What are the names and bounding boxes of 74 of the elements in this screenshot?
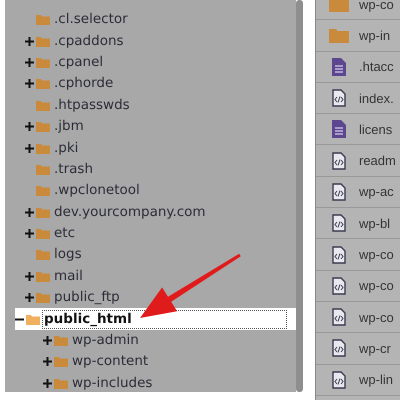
code-file-icon bbox=[332, 152, 346, 170]
expand-icon[interactable] bbox=[25, 229, 34, 238]
folder-name[interactable]: wp-includes bbox=[71, 374, 154, 392]
folder-icon bbox=[36, 78, 50, 90]
file-name[interactable]: readm bbox=[359, 153, 396, 168]
expand-icon[interactable] bbox=[25, 272, 34, 281]
folder-icon bbox=[36, 185, 50, 196]
code-file-icon bbox=[332, 182, 346, 201]
folder-icon bbox=[54, 356, 68, 368]
folder-icon bbox=[54, 335, 68, 346]
expand-icon[interactable] bbox=[25, 208, 34, 217]
document-icon bbox=[332, 120, 346, 138]
folder-icon bbox=[36, 100, 50, 111]
file-name[interactable]: wp-co bbox=[359, 0, 394, 12]
expand-icon[interactable] bbox=[25, 79, 34, 88]
folder-icon bbox=[329, 28, 349, 43]
expand-icon[interactable] bbox=[25, 36, 34, 46]
file-name[interactable]: wp-in bbox=[359, 28, 390, 43]
folder-name[interactable]: mail bbox=[53, 268, 84, 285]
code-file-icon bbox=[332, 214, 346, 232]
folder-name[interactable]: .wpclonetool bbox=[53, 182, 141, 200]
file-name[interactable]: wp-bl bbox=[359, 216, 390, 231]
folder-name[interactable]: wp-content bbox=[71, 353, 150, 370]
folder-name[interactable]: dev.yourcompany.com bbox=[53, 204, 207, 221]
expand-icon[interactable] bbox=[25, 58, 34, 67]
file-name[interactable]: index. bbox=[359, 90, 394, 106]
folder-icon bbox=[36, 292, 50, 304]
folder-name[interactable]: .cphorde bbox=[53, 75, 114, 92]
folder-name[interactable]: .cpanel bbox=[53, 54, 104, 71]
folder-name[interactable]: logs bbox=[53, 246, 83, 264]
expand-icon[interactable] bbox=[25, 293, 34, 302]
file-name[interactable]: wp-ac bbox=[359, 184, 394, 200]
folder-icon bbox=[54, 378, 68, 389]
code-file-icon bbox=[332, 339, 346, 358]
folder-icon bbox=[36, 36, 50, 47]
file-name[interactable]: wp-lin bbox=[359, 372, 393, 388]
file-name[interactable]: wp-co bbox=[359, 247, 394, 262]
expand-icon[interactable] bbox=[25, 144, 34, 153]
file-name[interactable]: .htacc bbox=[359, 59, 394, 74]
file-name[interactable]: wp-co bbox=[359, 278, 394, 294]
code-file-icon bbox=[332, 246, 346, 264]
folder-name[interactable]: .trash bbox=[53, 160, 94, 178]
code-file-icon bbox=[332, 308, 346, 326]
code-file-icon bbox=[332, 89, 346, 108]
folder-icon bbox=[36, 56, 50, 68]
folder-icon bbox=[26, 314, 40, 325]
scrollbar[interactable] bbox=[296, 0, 303, 392]
expand-icon[interactable] bbox=[43, 336, 52, 346]
folder-icon bbox=[36, 228, 50, 240]
folder-icon bbox=[36, 142, 50, 154]
file-name[interactable]: licens bbox=[359, 122, 392, 137]
folder-name[interactable]: .pki bbox=[53, 140, 80, 157]
folder-name[interactable]: .cl.selector bbox=[53, 11, 129, 28]
folder-icon bbox=[36, 14, 50, 26]
folder-icon bbox=[329, 0, 349, 12]
folder-name[interactable]: etc bbox=[53, 225, 76, 242]
code-file-icon bbox=[332, 370, 346, 389]
expand-icon[interactable] bbox=[25, 122, 34, 132]
folder-icon bbox=[36, 121, 50, 132]
folder-icon bbox=[36, 270, 50, 282]
file-name[interactable]: wp-co bbox=[359, 310, 394, 325]
folder-name[interactable]: .cpaddons bbox=[53, 32, 125, 50]
folder-name[interactable]: wp-admin bbox=[71, 332, 140, 350]
folder-name[interactable]: .jbm bbox=[53, 118, 85, 136]
folder-icon bbox=[36, 164, 50, 175]
document-icon bbox=[332, 58, 346, 76]
expand-icon[interactable] bbox=[43, 357, 52, 366]
folder-name[interactable]: .htpasswds bbox=[53, 96, 131, 114]
folder-name[interactable]: public_ftp bbox=[53, 289, 121, 306]
file-name[interactable]: wp-cr bbox=[359, 340, 391, 356]
code-file-icon bbox=[332, 276, 346, 295]
folder-icon bbox=[36, 206, 50, 218]
folder-icon bbox=[36, 249, 50, 260]
expand-icon[interactable] bbox=[43, 378, 52, 388]
